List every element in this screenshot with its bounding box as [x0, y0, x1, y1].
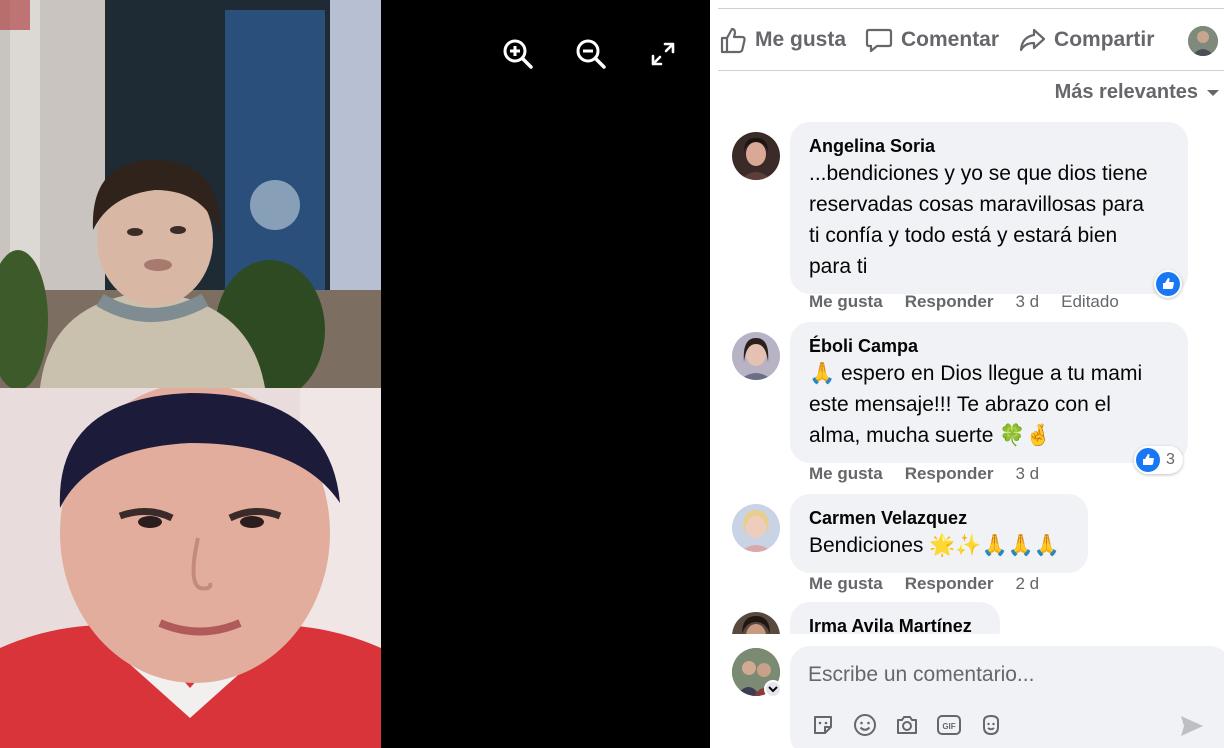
camera-icon [897, 716, 917, 734]
thumbs-up-icon [720, 27, 746, 54]
comment-actions: Me gusta Responder 2 d [809, 574, 1039, 594]
reaction-count: 3 [1166, 451, 1175, 468]
commenter-avatar[interactable] [732, 504, 780, 552]
comment-list: Angelina Soria ...bendiciones y yo se qu… [710, 110, 1224, 634]
composer-toolbar: GIF [810, 712, 1004, 738]
comment-timestamp[interactable]: 2 d [1015, 574, 1039, 594]
comment-like-link[interactable]: Me gusta [809, 292, 883, 312]
emoji-icon [854, 714, 876, 736]
comment-item: Éboli Campa 🙏 espero en Dios llegue a tu… [732, 322, 1212, 492]
comment-timestamp[interactable]: 3 d [1015, 464, 1039, 484]
comment-reply-link[interactable]: Responder [905, 292, 994, 312]
comment-item: Angelina Soria ...bendiciones y yo se qu… [732, 122, 1212, 322]
comment-composer: GIF [790, 646, 1224, 748]
like-reaction-icon [1156, 272, 1180, 296]
send-comment-button[interactable] [1178, 712, 1206, 740]
emoji-button[interactable] [852, 712, 878, 738]
photo-bottom-illustration [0, 388, 381, 748]
comment-bubble: Éboli Campa 🙏 espero en Dios llegue a tu… [790, 322, 1188, 463]
avatar-image [732, 132, 780, 180]
actor-avatar[interactable] [1188, 26, 1218, 56]
comment-text-line: alma, mucha suerte 🍀🤞 [809, 424, 1052, 447]
photo-bottom-boy-portrait [0, 388, 381, 748]
comment-button[interactable]: Comentar [864, 25, 999, 55]
commenter-avatar[interactable] [732, 612, 780, 634]
actor-avatar-image [1188, 26, 1218, 56]
commenter-name[interactable]: Irma Avila Martínez [809, 614, 980, 634]
avatar-image [732, 612, 780, 634]
commenter-name[interactable]: Angelina Soria [809, 134, 1168, 158]
gif-button[interactable]: GIF [936, 712, 962, 738]
comment-button-label: Comentar [901, 28, 1000, 51]
comment-edited-label: Editado [1061, 292, 1119, 311]
share-button-label: Compartir [1054, 28, 1155, 51]
like-reaction-icon [1136, 448, 1160, 472]
comment-actions: Me gusta Responder 3 d Editado [809, 292, 1119, 312]
divider [718, 70, 1224, 71]
send-icon [1181, 716, 1203, 736]
zoom-in-icon [503, 39, 533, 69]
fullscreen-icon [651, 42, 675, 66]
comment-item: Carmen Velazquez Bendiciones 🌟✨🙏🙏🙏 Me gu… [732, 494, 1212, 600]
post-action-bar: Me gusta Comentar Compartir [718, 16, 1224, 64]
comment-text-line: para ti [809, 255, 868, 278]
comment-text-line: este mensaje!!! Te abrazo con el [809, 393, 1111, 416]
comment-text-line: ti confía y todo está y estará bien [809, 224, 1118, 247]
like-button[interactable]: Me gusta [718, 25, 846, 55]
sort-label: Más relevantes [1054, 81, 1198, 103]
commenter-avatar[interactable] [732, 332, 780, 380]
comment-bubble: Angelina Soria ...bendiciones y yo se qu… [790, 122, 1188, 294]
comment-text-line: reservadas cosas maravillosas para [809, 193, 1144, 216]
avatar-image [732, 332, 780, 380]
comment-like-link[interactable]: Me gusta [809, 464, 883, 484]
svg-text:GIF: GIF [942, 722, 955, 731]
comment-text-line: ...bendiciones y yo se que dios tiene [809, 162, 1148, 185]
comment-timestamp[interactable]: 3 d [1015, 292, 1039, 312]
comment-reply-link[interactable]: Responder [905, 574, 994, 594]
photo-top-illustration [0, 0, 381, 388]
sort-comments-dropdown[interactable]: Más relevantes [1055, 81, 1220, 104]
comment-text-line: Bendiciones 🌟✨🙏🙏🙏 [809, 534, 1060, 557]
profile-switcher-chevron-icon[interactable] [764, 680, 782, 698]
share-button[interactable]: Compartir [1017, 25, 1154, 55]
comments-panel: Me gusta Comentar Compartir Más relevant… [710, 0, 1224, 748]
reaction-summary[interactable] [1154, 270, 1182, 298]
comment-actions: Me gusta Responder 3 d [809, 464, 1039, 484]
comment-input[interactable] [808, 660, 1208, 690]
commenter-name[interactable]: Éboli Campa [809, 334, 1168, 358]
commenter-avatar[interactable] [732, 132, 780, 180]
gif-icon: GIF [937, 715, 961, 735]
reaction-summary[interactable]: 3 [1134, 446, 1183, 474]
zoom-out-button[interactable] [573, 36, 609, 72]
caret-down-icon [1207, 89, 1219, 96]
comment-like-link[interactable]: Me gusta [809, 574, 883, 594]
zoom-in-button[interactable] [500, 36, 536, 72]
like-button-label: Me gusta [755, 28, 847, 51]
comment-reply-link[interactable]: Responder [905, 464, 994, 484]
avatar-image [732, 504, 780, 552]
comment-bubble: Irma Avila Martínez [790, 602, 1000, 634]
avatar-sticker-icon [983, 714, 999, 736]
share-arrow-icon [1019, 28, 1046, 52]
photo-button[interactable] [894, 712, 920, 738]
photo-top-child-at-window [0, 0, 381, 388]
speech-bubble-icon [865, 28, 893, 53]
photo-viewer [0, 0, 710, 748]
divider [718, 8, 1224, 9]
sticker-button[interactable] [810, 712, 836, 738]
comment-text-line: 🙏 espero en Dios llegue a tu mami [809, 362, 1143, 385]
photo[interactable] [0, 0, 381, 748]
zoom-out-icon [576, 39, 606, 69]
comment-bubble: Carmen Velazquez Bendiciones 🌟✨🙏🙏🙏 [790, 494, 1088, 573]
avatar-sticker-button[interactable] [978, 712, 1004, 738]
comment-item: Irma Avila Martínez [732, 602, 1212, 634]
fullscreen-button[interactable] [645, 36, 681, 72]
sticker-icon [814, 716, 832, 734]
commenter-name[interactable]: Carmen Velazquez [809, 506, 1068, 530]
